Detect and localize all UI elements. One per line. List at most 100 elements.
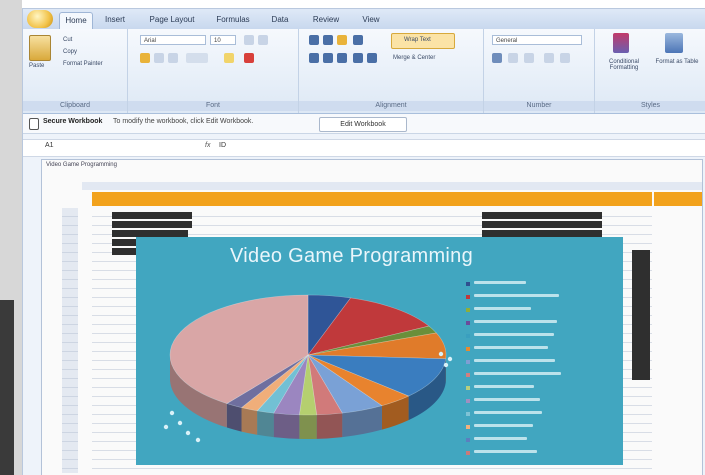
alignment-label: Alignment bbox=[299, 101, 483, 111]
copy-button[interactable]: Copy bbox=[63, 49, 77, 55]
secure-workbook-bar: Secure Workbook To modify the workbook, … bbox=[23, 114, 705, 134]
align-right-icon[interactable] bbox=[337, 53, 347, 63]
legend-item bbox=[466, 329, 616, 342]
tab-formulas[interactable]: Formulas bbox=[211, 12, 255, 28]
comma-icon[interactable] bbox=[524, 53, 534, 63]
tab-data[interactable]: Data bbox=[263, 12, 297, 28]
formula-input[interactable]: ID bbox=[219, 142, 226, 149]
legend-item bbox=[466, 446, 616, 459]
decrease-indent-icon[interactable] bbox=[353, 53, 363, 63]
bold-icon[interactable] bbox=[140, 53, 150, 63]
shrink-font-icon[interactable] bbox=[258, 35, 268, 45]
column-headers bbox=[82, 182, 702, 190]
align-bottom-icon[interactable] bbox=[337, 35, 347, 45]
increase-decimal-icon[interactable] bbox=[544, 53, 554, 63]
fx-icon[interactable]: fx bbox=[205, 142, 210, 149]
align-middle-icon[interactable] bbox=[323, 35, 333, 45]
legend-item bbox=[466, 368, 616, 381]
clipboard-label: Clipboard bbox=[23, 101, 127, 111]
pie-slice-side bbox=[274, 413, 300, 439]
legend-item bbox=[466, 342, 616, 355]
wrap-text-button[interactable]: Wrap Text bbox=[391, 33, 455, 49]
table-cell[interactable] bbox=[482, 230, 602, 237]
header-row bbox=[92, 192, 652, 206]
data-label-dot bbox=[448, 357, 452, 361]
tab-insert[interactable]: Insert bbox=[97, 12, 133, 28]
legend-swatch bbox=[466, 295, 470, 299]
orientation-icon[interactable] bbox=[353, 35, 363, 45]
format-as-table-icon[interactable] bbox=[665, 33, 683, 53]
legend-text-placeholder bbox=[474, 346, 548, 349]
secure-workbook-title: Secure Workbook bbox=[43, 118, 102, 125]
fill-color-icon[interactable] bbox=[224, 53, 234, 63]
tab-page-layout[interactable]: Page Layout bbox=[141, 12, 203, 28]
conditional-formatting-icon[interactable] bbox=[613, 33, 629, 53]
legend-text-placeholder bbox=[474, 294, 559, 297]
ribbon-tab-bar: Home Insert Page Layout Formulas Data Re… bbox=[23, 9, 705, 29]
name-box[interactable]: A1 bbox=[45, 142, 127, 153]
background-shadow bbox=[0, 300, 14, 475]
number-format-select[interactable]: General bbox=[492, 35, 582, 45]
legend-text-placeholder bbox=[474, 450, 537, 453]
align-top-icon[interactable] bbox=[309, 35, 319, 45]
legend-swatch bbox=[466, 373, 470, 377]
format-painter-button[interactable]: Format Painter bbox=[63, 61, 103, 67]
font-name-select[interactable]: Arial bbox=[140, 35, 206, 45]
legend-swatch bbox=[466, 438, 470, 442]
table-cell[interactable] bbox=[112, 221, 192, 228]
sheet-title: Video Game Programming bbox=[46, 162, 117, 168]
pie-chart[interactable]: Video Game Programming bbox=[136, 237, 623, 465]
pie-slice-side bbox=[227, 404, 242, 432]
paste-button[interactable]: Paste bbox=[29, 63, 44, 69]
legend-swatch bbox=[466, 360, 470, 364]
data-label-dot bbox=[164, 425, 168, 429]
underline-icon[interactable] bbox=[168, 53, 178, 63]
styles-label: Styles bbox=[595, 101, 705, 111]
legend-text-placeholder bbox=[474, 333, 554, 336]
legend-item bbox=[466, 433, 616, 446]
borders-icon[interactable] bbox=[186, 53, 208, 63]
legend-swatch bbox=[466, 425, 470, 429]
decrease-decimal-icon[interactable] bbox=[560, 53, 570, 63]
percent-icon[interactable] bbox=[508, 53, 518, 63]
lock-icon bbox=[29, 118, 39, 130]
pie-slice-side bbox=[242, 408, 258, 435]
paste-icon[interactable] bbox=[29, 35, 51, 61]
table-cell[interactable] bbox=[112, 212, 192, 219]
office-button[interactable] bbox=[27, 10, 53, 28]
increase-indent-icon[interactable] bbox=[367, 53, 377, 63]
cut-button[interactable]: Cut bbox=[63, 37, 72, 43]
legend-text-placeholder bbox=[474, 372, 561, 375]
chart-legend bbox=[466, 277, 616, 459]
align-center-icon[interactable] bbox=[323, 53, 333, 63]
data-label-dot bbox=[186, 431, 190, 435]
background-edge bbox=[0, 0, 22, 475]
tab-view[interactable]: View bbox=[355, 12, 387, 28]
pie-slice-side bbox=[257, 411, 273, 437]
legend-swatch bbox=[466, 334, 470, 338]
table-cell[interactable] bbox=[632, 250, 650, 380]
tab-review[interactable]: Review bbox=[305, 12, 347, 28]
font-size-select[interactable]: 10 bbox=[210, 35, 236, 45]
legend-swatch bbox=[466, 321, 470, 325]
font-label: Font bbox=[128, 101, 298, 111]
italic-icon[interactable] bbox=[154, 53, 164, 63]
grow-font-icon[interactable] bbox=[244, 35, 254, 45]
tab-home[interactable]: Home bbox=[59, 12, 93, 29]
styles-group: Conditional Formatting Format as Table S… bbox=[595, 29, 705, 113]
currency-icon[interactable] bbox=[492, 53, 502, 63]
legend-text-placeholder bbox=[474, 320, 557, 323]
merge-center-button[interactable]: Merge & Center bbox=[393, 55, 435, 61]
conditional-formatting-button[interactable]: Conditional Formatting bbox=[599, 59, 649, 71]
clipboard-group: Paste Cut Copy Format Painter Clipboard bbox=[23, 29, 128, 113]
font-color-icon[interactable] bbox=[244, 53, 254, 63]
pie-slice-side bbox=[317, 413, 343, 439]
table-cell[interactable] bbox=[112, 230, 188, 237]
align-left-icon[interactable] bbox=[309, 53, 319, 63]
edit-workbook-button[interactable]: Edit Workbook bbox=[319, 117, 407, 132]
table-cell[interactable] bbox=[482, 221, 602, 228]
format-as-table-button[interactable]: Format as Table bbox=[653, 59, 701, 65]
legend-swatch bbox=[466, 399, 470, 403]
table-cell[interactable] bbox=[482, 212, 602, 219]
legend-swatch bbox=[466, 412, 470, 416]
